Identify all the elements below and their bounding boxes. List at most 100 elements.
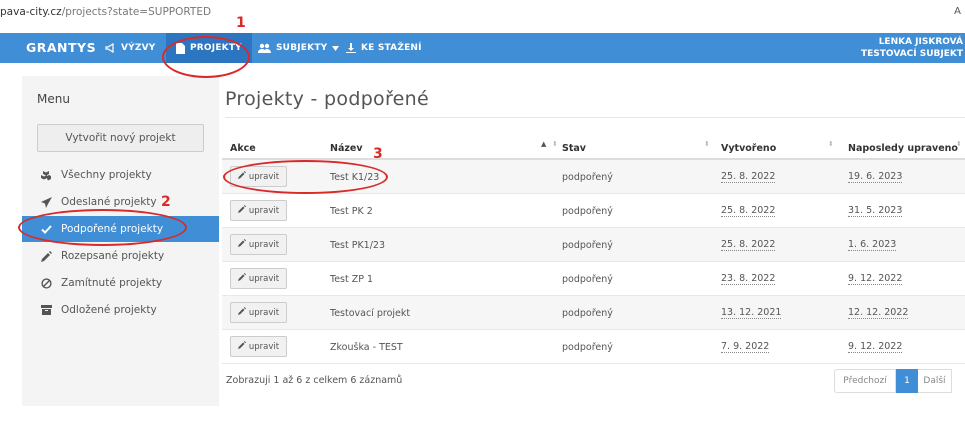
nav-vyzvy[interactable]: VÝZVY <box>105 33 156 63</box>
user-name: LENKA JISKROVÁ <box>878 37 963 47</box>
edit-button[interactable]: upravit <box>230 234 287 255</box>
project-created: 25. 8. 2022 <box>721 171 776 183</box>
edit-button-label: upravit <box>248 239 280 250</box>
pencil-icon <box>237 205 246 216</box>
pencil-icon <box>237 341 246 352</box>
project-state: podpořený <box>562 308 613 319</box>
url-text[interactable]: pava-city.cz/projects?state=SUPPORTED <box>0 6 211 18</box>
sidebar-item-drafts[interactable]: Rozepsané projekty <box>22 243 219 269</box>
sidebar-item-sent[interactable]: Odeslané projekty <box>22 189 219 215</box>
edit-button-label: upravit <box>248 171 280 182</box>
edit-button[interactable]: upravit <box>230 302 287 323</box>
sidebar-item-label: Odeslané projekty <box>61 196 157 208</box>
reader-icon[interactable]: A <box>954 6 961 17</box>
column-header-naposledy-upraveno[interactable]: Naposledy upraveno <box>848 143 958 154</box>
pagination-page-1[interactable]: 1 <box>896 369 918 393</box>
url-host: pava-city.cz <box>0 6 62 18</box>
document-icon <box>176 42 185 54</box>
nav-subjekty[interactable]: SUBJEKTY <box>258 33 340 63</box>
top-navbar: GRANTYS VÝZVY PROJEKTY SUBJEKTY KE STAŽE… <box>0 33 965 63</box>
sidebar-item-label: Odložené projekty <box>61 304 157 316</box>
sort-icon[interactable]: ⬍ <box>704 140 710 148</box>
pagination-prev-button[interactable]: Předchozí <box>834 369 896 393</box>
nav-ke-stazeni[interactable]: KE STAŽENÍ <box>346 33 422 63</box>
column-header-nazev[interactable]: Název <box>330 143 363 154</box>
column-header-vytvoreno[interactable]: Vytvořeno <box>721 143 776 154</box>
edit-button-label: upravit <box>248 205 280 216</box>
nav-projekty-label: PROJEKTY <box>190 43 242 53</box>
pagination-next-button[interactable]: Další <box>918 369 952 393</box>
megaphone-icon <box>105 43 116 53</box>
edit-button[interactable]: upravit <box>230 336 287 357</box>
sidebar-item-all[interactable]: Všechny projekty <box>22 162 219 188</box>
project-state: podpořený <box>562 240 613 251</box>
project-updated: 31. 5. 2023 <box>848 205 903 217</box>
check-icon <box>40 223 52 235</box>
project-created: 13. 12. 2021 <box>721 307 782 319</box>
sidebar-menu: Menu Vytvořit nový projekt Všechny proje… <box>22 76 219 406</box>
users-icon <box>258 43 271 53</box>
nav-ke-stazeni-label: KE STAŽENÍ <box>361 43 422 53</box>
table-row: upravit Test ZP 1 podpořený 23. 8. 2022 9. 1… <box>222 262 965 296</box>
brand-logo[interactable]: GRANTYS <box>26 40 96 55</box>
edit-button[interactable]: upravit <box>230 166 287 187</box>
annotation-number-2: 2 <box>161 194 171 210</box>
pencil-icon <box>237 239 246 250</box>
send-icon <box>40 196 52 208</box>
caret-down-icon <box>332 45 340 51</box>
nav-subjekty-label: SUBJEKTY <box>276 43 328 53</box>
sort-asc-icon[interactable]: ▲ <box>541 140 546 148</box>
new-project-button[interactable]: Vytvořit nový projekt <box>37 124 204 152</box>
sidebar-item-postponed[interactable]: Odložené projekty <box>22 297 219 323</box>
project-name: Zkouška - TEST <box>330 342 403 353</box>
download-icon <box>346 43 356 53</box>
browser-address-bar[interactable]: pava-city.cz/projects?state=SUPPORTED A <box>0 0 965 33</box>
pencil-icon <box>237 307 246 318</box>
table-row: upravit Testovací projekt podpořený 13. 12.… <box>222 296 965 330</box>
table-row: upravit Test PK1/23 podpořený 25. 8. 2022 1.… <box>222 228 965 262</box>
project-state: podpořený <box>562 206 613 217</box>
project-state: podpořený <box>562 274 613 285</box>
table-info: Zobrazuji 1 až 6 z celkem 6 záznamů <box>226 375 403 386</box>
project-state: podpořený <box>562 342 613 353</box>
project-updated: 9. 12. 2022 <box>848 273 903 285</box>
edit-button-label: upravit <box>248 273 280 284</box>
sidebar-item-label: Zamítnuté projekty <box>61 277 163 289</box>
edit-button-label: upravit <box>248 307 280 318</box>
project-created: 25. 8. 2022 <box>721 205 776 217</box>
nav-vyzvy-label: VÝZVY <box>121 43 156 53</box>
edit-button[interactable]: upravit <box>230 200 287 221</box>
edit-button-label: upravit <box>248 341 280 352</box>
table-row: upravit Test K1/23 podpořený 25. 8. 2022 19.… <box>222 160 965 194</box>
user-organization: TESTOVACÍ SUBJEKT <box>861 49 963 59</box>
sort-icon[interactable]: ⬍ <box>828 140 834 148</box>
pencil-icon <box>237 273 246 284</box>
project-name: Test PK 2 <box>330 206 373 217</box>
column-header-stav[interactable]: Stav <box>562 143 586 154</box>
project-updated: 19. 6. 2023 <box>848 171 903 183</box>
project-name: Test PK1/23 <box>330 240 386 251</box>
table-row: upravit Test PK 2 podpořený 25. 8. 2022 31. … <box>222 194 965 228</box>
sidebar-item-rejected[interactable]: Zamítnuté projekty <box>22 270 219 296</box>
nav-projekty[interactable]: PROJEKTY <box>166 33 252 63</box>
table-header: Akce Název ▲ ⬍ Stav ⬍ Vytvořeno ⬍ Naposl… <box>222 136 965 160</box>
table-row: upravit Zkouška - TEST podpořený 7. 9. 2022… <box>222 330 965 364</box>
edit-button[interactable]: upravit <box>230 268 287 289</box>
title-divider <box>225 117 965 118</box>
sort-icon[interactable]: ⬍ <box>552 140 558 148</box>
column-header-akce: Akce <box>230 143 256 154</box>
annotation-number-1: 1 <box>236 15 246 31</box>
projects-table: Akce Název ▲ ⬍ Stav ⬍ Vytvořeno ⬍ Naposl… <box>222 136 965 364</box>
user-menu[interactable]: LENKA JISKROVÁ TESTOVACÍ SUBJEKT <box>861 36 963 60</box>
sidebar-item-label: Všechny projekty <box>61 169 152 181</box>
project-created: 23. 8. 2022 <box>721 273 776 285</box>
project-created: 25. 8. 2022 <box>721 239 776 251</box>
project-state: podpořený <box>562 172 613 183</box>
project-updated: 12. 12. 2022 <box>848 307 909 319</box>
sidebar-item-supported[interactable]: Podpořené projekty <box>22 216 219 242</box>
project-name: Testovací projekt <box>330 308 411 319</box>
project-updated: 9. 12. 2022 <box>848 341 903 353</box>
pagination: Předchozí 1 Další <box>834 369 952 393</box>
pencil-icon <box>40 250 52 262</box>
sort-icon[interactable]: ⬍ <box>956 140 962 148</box>
